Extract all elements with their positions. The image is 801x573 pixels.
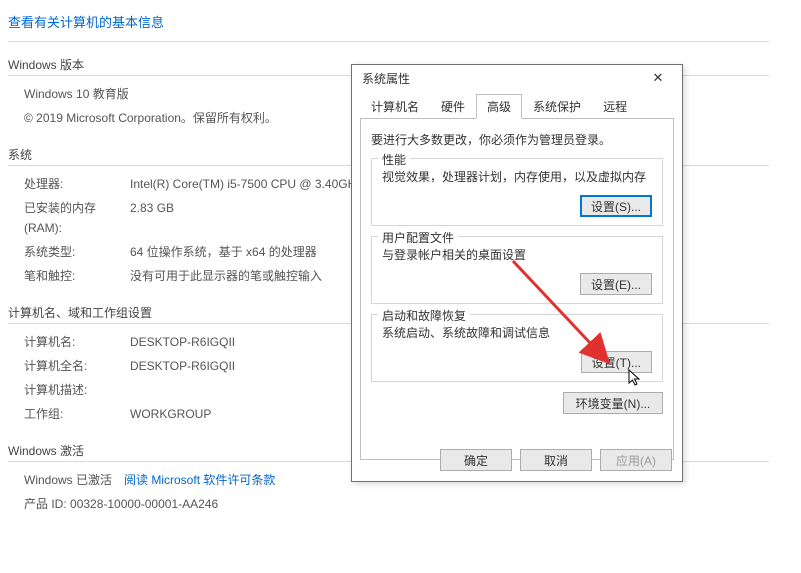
pen-label: 笔和触控: bbox=[24, 266, 130, 286]
dialog-body: 要进行大多数更改，你必须作为管理员登录。 性能 视觉效果，处理器计划，内存使用，… bbox=[360, 118, 674, 460]
product-id-label: 产品 ID: bbox=[24, 494, 67, 514]
systype-label: 系统类型: bbox=[24, 242, 130, 262]
tab-remote[interactable]: 远程 bbox=[592, 94, 638, 119]
group-startup-recovery-text: 系统启动、系统故障和调试信息 bbox=[382, 325, 652, 341]
group-user-profiles-text: 与登录帐户相关的桌面设置 bbox=[382, 247, 652, 263]
tab-hardware[interactable]: 硬件 bbox=[430, 94, 476, 119]
pcname-label: 计算机名: bbox=[24, 332, 130, 352]
fullname-label: 计算机全名: bbox=[24, 356, 130, 376]
page-title: 查看有关计算机的基本信息 bbox=[8, 8, 769, 42]
dialog-titlebar[interactable]: 系统属性 ✕ bbox=[352, 65, 682, 91]
tab-computer-name[interactable]: 计算机名 bbox=[360, 94, 430, 119]
tab-system-protection[interactable]: 系统保护 bbox=[522, 94, 592, 119]
activation-terms-link[interactable]: 阅读 Microsoft 软件许可条款 bbox=[124, 470, 275, 490]
ok-button[interactable]: 确定 bbox=[440, 449, 512, 471]
user-profiles-settings-button[interactable]: 设置(E)... bbox=[580, 273, 652, 295]
tab-advanced[interactable]: 高级 bbox=[476, 94, 522, 119]
environment-variables-button[interactable]: 环境变量(N)... bbox=[563, 392, 663, 414]
pcdesc-label: 计算机描述: bbox=[24, 380, 130, 400]
dialog-title: 系统属性 bbox=[362, 70, 410, 87]
group-performance-title: 性能 bbox=[378, 151, 410, 168]
activation-status: Windows 已激活 bbox=[24, 470, 112, 490]
apply-button[interactable]: 应用(A) bbox=[600, 449, 672, 471]
cpu-label: 处理器: bbox=[24, 174, 130, 194]
admin-note: 要进行大多数更改，你必须作为管理员登录。 bbox=[371, 131, 663, 148]
group-startup-recovery: 启动和故障恢复 系统启动、系统故障和调试信息 设置(T)... bbox=[371, 314, 663, 382]
startup-recovery-settings-button[interactable]: 设置(T)... bbox=[581, 351, 652, 373]
cancel-button[interactable]: 取消 bbox=[520, 449, 592, 471]
performance-settings-button[interactable]: 设置(S)... bbox=[580, 195, 652, 217]
system-properties-dialog: 系统属性 ✕ 计算机名 硬件 高级 系统保护 远程 要进行大多数更改，你必须作为… bbox=[351, 64, 683, 482]
group-user-profiles-title: 用户配置文件 bbox=[378, 229, 458, 246]
group-startup-recovery-title: 启动和故障恢复 bbox=[378, 307, 470, 324]
group-performance-text: 视觉效果，处理器计划，内存使用，以及虚拟内存 bbox=[382, 169, 652, 185]
group-user-profiles: 用户配置文件 与登录帐户相关的桌面设置 设置(E)... bbox=[371, 236, 663, 304]
dialog-footer: 确定 取消 应用(A) bbox=[352, 441, 682, 481]
close-icon[interactable]: ✕ bbox=[640, 67, 676, 89]
product-id-value: 00328-10000-00001-AA246 bbox=[70, 494, 218, 514]
dialog-tabs: 计算机名 硬件 高级 系统保护 远程 bbox=[352, 93, 682, 118]
workgroup-label: 工作组: bbox=[24, 404, 130, 424]
ram-label: 已安装的内存(RAM): bbox=[24, 198, 130, 238]
group-performance: 性能 视觉效果，处理器计划，内存使用，以及虚拟内存 设置(S)... bbox=[371, 158, 663, 226]
